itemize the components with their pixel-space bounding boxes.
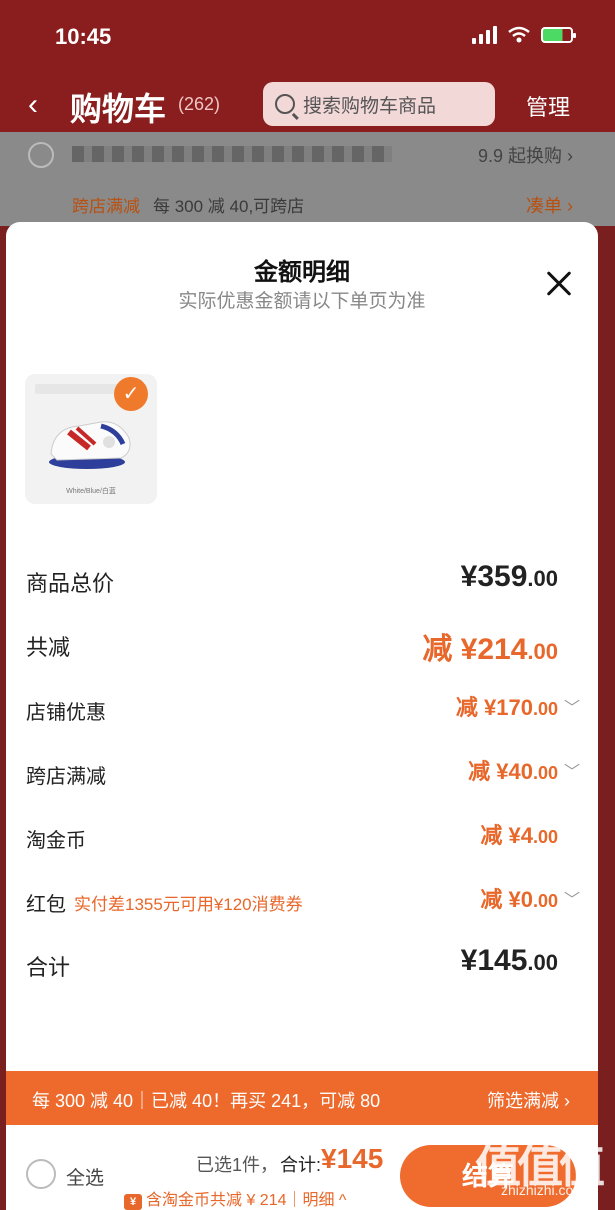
total-label: 合计: — [280, 1155, 322, 1175]
red-packet-row[interactable]: 红包 实付差1355元可用¥120消费券 减 ¥0.00 ﹀ — [26, 882, 580, 922]
promo-tag: 跨店满减 — [72, 197, 140, 216]
goods-total-row: 商品总价 ¥359.00 — [26, 560, 558, 600]
promo-bar[interactable]: 每 300 减 40｜已减 40！再买 241，可减 80 筛选满减 › — [6, 1071, 598, 1125]
chevron-down-icon[interactable]: ﹀ — [564, 886, 580, 910]
shoe-image — [49, 421, 131, 469]
filter-promo-link[interactable]: 筛选满减 › — [487, 1087, 570, 1113]
cart-count: (262) — [178, 94, 221, 114]
total-reduction-amount: 减 ¥214.00 — [422, 633, 558, 666]
total-reduction-label: 共减 — [26, 635, 71, 660]
promo-bar-text: 每 300 减 40｜已减 40！再买 241，可减 80 — [32, 1091, 381, 1111]
goods-total-label: 商品总价 — [26, 571, 115, 596]
total-reduction-row: 共减 减 ¥214.00 — [26, 624, 558, 666]
search-placeholder: 搜索购物车商品 — [303, 95, 437, 117]
add-items-link[interactable]: 凑单 › — [526, 192, 573, 218]
cross-store-amount: 减 ¥40.00 — [468, 759, 558, 784]
manage-button[interactable]: 管理 — [526, 90, 570, 122]
close-icon[interactable] — [546, 270, 572, 296]
sum-label: 合计 — [26, 955, 71, 980]
blurred-store-name — [72, 146, 392, 162]
taojinbi-amount: 减 ¥4.00 — [480, 823, 558, 848]
signal-icon — [472, 26, 497, 44]
price-detail-sheet: 金额明细 实际优惠金额请以下单页为准 White/Blue/白蓝 ✓ 商品总价 … — [6, 222, 598, 1210]
select-all-label[interactable]: 全选 — [66, 1163, 104, 1190]
check-icon[interactable]: ✓ — [114, 377, 148, 411]
sheet-title: 金额明细 — [254, 259, 350, 286]
back-icon[interactable]: ‹ — [28, 88, 38, 122]
store-discount-row[interactable]: 店铺优惠 减 ¥170.00 ﹀ — [26, 690, 580, 730]
cross-store-label: 跨店满减 — [26, 766, 106, 788]
promo-row: 跨店满减 每 300 减 40,可跨店 凑单 › — [0, 178, 615, 226]
taojinbi-row: 淘金币 减 ¥4.00 — [26, 818, 558, 858]
store-discount-amount: 减 ¥170.00 — [455, 695, 558, 720]
status-bar: 10:45 — [0, 18, 615, 58]
store-row: 9.9 起换购 › — [0, 132, 615, 178]
page-title: 购物车 — [70, 91, 167, 127]
search-icon — [275, 94, 295, 114]
chevron-down-icon[interactable]: ﹀ — [564, 758, 580, 782]
status-icons — [472, 26, 576, 44]
taojinbi-label: 淘金币 — [26, 830, 86, 852]
total-amount: ¥145 — [321, 1143, 384, 1174]
watermark-site: zhizhizhi.com — [500, 1182, 585, 1198]
cross-store-row[interactable]: 跨店满减 减 ¥40.00 ﹀ — [26, 754, 580, 794]
store-checkbox[interactable] — [28, 142, 54, 168]
select-all-checkbox[interactable] — [26, 1159, 56, 1189]
cart-nav: ‹ 购物车 (262) 搜索购物车商品 管理 — [0, 78, 615, 132]
chevron-down-icon[interactable]: ﹀ — [564, 694, 580, 718]
promo-desc: 每 300 减 40,可跨店 — [153, 197, 305, 216]
status-time: 10:45 — [55, 24, 112, 49]
goods-total-amount: ¥359.00 — [460, 560, 558, 593]
coin-icon: ¥ — [124, 1194, 142, 1210]
wifi-icon — [508, 26, 530, 43]
sheet-subtitle: 实际优惠金额请以下单页为准 — [178, 291, 426, 312]
sum-row: 合计 ¥145.00 — [26, 944, 558, 984]
coin-discount-detail[interactable]: ¥ 含淘金币共减 ¥ 214｜明细 ^ — [124, 1186, 346, 1210]
exchange-link[interactable]: 9.9 起换购 › — [478, 142, 573, 168]
store-discount-label: 店铺优惠 — [26, 702, 106, 724]
search-input[interactable]: 搜索购物车商品 — [263, 82, 495, 126]
red-packet-note: 实付差1355元可用¥120消费券 — [74, 895, 303, 914]
selected-count: 已选1件， — [196, 1155, 279, 1175]
red-packet-label: 红包 — [26, 894, 66, 916]
battery-icon — [541, 27, 576, 43]
sum-amount: ¥145.00 — [460, 944, 558, 977]
product-caption: White/Blue/白蓝 — [66, 488, 116, 495]
red-packet-amount: 减 ¥0.00 — [480, 887, 558, 912]
